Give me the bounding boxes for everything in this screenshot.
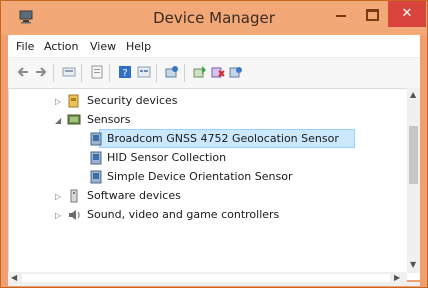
expand-chevron-icon[interactable]: ▷ <box>55 211 61 220</box>
uninstall-icon[interactable] <box>211 65 225 79</box>
security-devices-icon <box>68 94 79 108</box>
back-arrow-icon[interactable] <box>16 65 30 79</box>
svg-text:?: ? <box>122 68 127 79</box>
tree-item-label: Simple Device Orientation Sensor <box>107 170 293 183</box>
minimize-icon <box>336 15 346 17</box>
tree-item-label: Sound, video and game controllers <box>87 208 280 221</box>
enable-device-icon[interactable] <box>229 65 243 79</box>
vertical-scrollbar[interactable]: ▲ ▼ <box>407 88 420 273</box>
tree-node-sensors[interactable]: ◢ Sensors <box>9 110 407 130</box>
scroll-right-arrow-icon[interactable]: ▶ <box>394 273 400 282</box>
menu-view[interactable]: View <box>90 40 116 53</box>
maximize-icon <box>365 9 379 21</box>
show-hidden-icon[interactable] <box>62 65 76 79</box>
tree-node-broadcom-gnss-sensor[interactable]: Broadcom GNSS 4752 Geolocation Sensor <box>9 129 407 149</box>
minimize-button[interactable] <box>325 1 357 27</box>
update-driver-icon[interactable] <box>193 65 207 79</box>
device-tree: ▷ Security devices ◢ Sensors Broadcom GN… <box>8 88 408 273</box>
tree-node-software-devices[interactable]: ▷ Software devices <box>9 186 407 206</box>
menu-file[interactable]: File <box>16 40 34 53</box>
toolbar-separator <box>53 64 54 82</box>
menu-help[interactable]: Help <box>126 40 151 53</box>
expand-chevron-icon[interactable]: ▷ <box>55 97 61 106</box>
toolbar-separator <box>109 64 110 82</box>
expand-chevron-icon[interactable]: ▷ <box>55 192 61 201</box>
tree-node-sound-video-game[interactable]: ▷ Sound, video and game controllers <box>9 205 407 225</box>
software-devices-icon <box>70 189 78 203</box>
forward-arrow-icon[interactable] <box>34 65 48 79</box>
toolbar: ? <box>8 57 420 89</box>
toolbar-separator <box>156 64 157 82</box>
collapse-chevron-icon[interactable]: ◢ <box>55 116 61 125</box>
scroll-left-arrow-icon[interactable]: ◀ <box>11 273 17 282</box>
sensor-device-icon <box>90 170 102 184</box>
sensor-device-icon <box>90 132 102 146</box>
maximize-button[interactable] <box>356 1 388 27</box>
menu-bar: File Action View Help <box>8 35 420 57</box>
vertical-scroll-thumb[interactable] <box>409 126 418 184</box>
properties-icon[interactable] <box>90 65 104 79</box>
tree-node-security-devices[interactable]: ▷ Security devices <box>9 91 407 111</box>
sensor-device-icon <box>90 151 102 165</box>
tree-item-label: Broadcom GNSS 4752 Geolocation Sensor <box>107 132 339 145</box>
scroll-down-arrow-icon[interactable]: ▼ <box>410 260 416 269</box>
tree-item-label: Security devices <box>87 94 178 107</box>
tree-item-label: Software devices <box>87 189 181 202</box>
tree-node-hid-sensor-collection[interactable]: HID Sensor Collection <box>9 148 407 168</box>
toolbar-separator <box>184 64 185 82</box>
help-icon[interactable]: ? <box>118 65 132 79</box>
close-button[interactable]: ✕ <box>388 1 426 27</box>
view-icon[interactable] <box>137 65 151 79</box>
client-area: File Action View Help ? ▷ Security devic… <box>8 35 420 284</box>
status-bar <box>8 282 420 286</box>
sound-icon <box>69 210 80 220</box>
toolbar-separator <box>81 64 82 82</box>
horizontal-scroll-thumb[interactable] <box>22 274 390 282</box>
sensors-icon <box>67 114 81 125</box>
close-icon: ✕ <box>401 6 413 21</box>
device-manager-window: Device Manager ✕ File Action View Help ?… <box>0 0 428 288</box>
title-bar[interactable]: Device Manager ✕ <box>1 1 427 35</box>
menu-action[interactable]: Action <box>44 40 78 53</box>
scan-hardware-icon[interactable] <box>165 65 179 79</box>
tree-node-simple-orientation-sensor[interactable]: Simple Device Orientation Sensor <box>9 167 407 187</box>
tree-item-label: Sensors <box>87 113 131 126</box>
tree-item-label: HID Sensor Collection <box>107 151 227 164</box>
scroll-up-arrow-icon[interactable]: ▲ <box>410 90 416 99</box>
